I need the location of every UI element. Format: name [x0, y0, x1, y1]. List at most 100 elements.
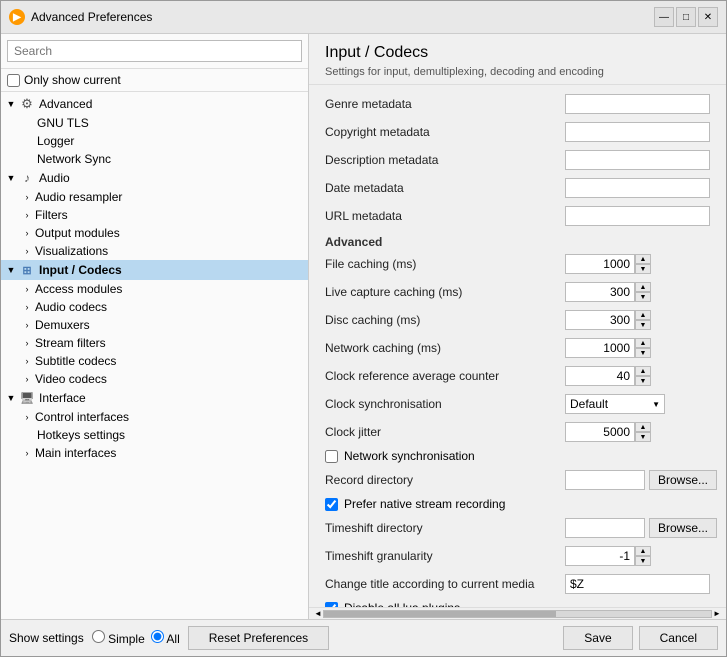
change-title-input[interactable] — [565, 574, 710, 594]
setting-control: ▲ ▼ — [565, 422, 710, 442]
spin-down-arrow[interactable]: ▼ — [635, 348, 651, 358]
sidebar-item-demuxers[interactable]: › Demuxers — [1, 316, 308, 334]
clock-jitter-input[interactable] — [565, 422, 635, 442]
page-title: Input / Codecs — [325, 44, 710, 62]
sidebar-item-stream-filters[interactable]: › Stream filters — [1, 334, 308, 352]
spin-down-arrow[interactable]: ▼ — [635, 292, 651, 302]
spin-up-arrow[interactable]: ▲ — [635, 422, 651, 432]
setting-row-copyright: Copyright metadata — [325, 121, 710, 143]
horizontal-scrollbar[interactable]: ◄ ► — [309, 607, 726, 619]
sidebar-item-video-codecs[interactable]: › Video codecs — [1, 370, 308, 388]
sidebar-item-audio-resampler[interactable]: › Audio resampler — [1, 188, 308, 206]
sidebar-item-main-interfaces[interactable]: › Main interfaces — [1, 444, 308, 462]
cancel-button[interactable]: Cancel — [639, 626, 718, 650]
record-dir-browse-button[interactable]: Browse... — [649, 470, 717, 490]
setting-control — [565, 574, 710, 594]
close-button[interactable]: ✕ — [698, 7, 718, 27]
sidebar-item-advanced[interactable]: ▼ ⚙ Advanced — [1, 94, 308, 114]
sidebar-item-hotkeys-settings[interactable]: Hotkeys settings — [1, 426, 308, 444]
sidebar-item-label: Logger — [37, 134, 74, 148]
file-caching-input[interactable] — [565, 254, 635, 274]
sidebar-item-input-codecs[interactable]: ▼ ⊞ Input / Codecs — [1, 260, 308, 280]
expand-arrow-codecs: ▼ — [5, 264, 17, 276]
copyright-metadata-input[interactable] — [565, 122, 710, 142]
h-scroll-thumb[interactable] — [324, 611, 556, 617]
all-radio[interactable] — [151, 630, 164, 643]
description-metadata-input[interactable] — [565, 150, 710, 170]
setting-control — [565, 122, 710, 142]
sidebar-item-network-sync[interactable]: Network Sync — [1, 150, 308, 168]
dropdown-arrow-icon: ▼ — [652, 400, 660, 409]
sidebar-item-label: Filters — [35, 208, 68, 222]
sidebar-item-gnu-tls[interactable]: GNU TLS — [1, 114, 308, 132]
timeshift-dir-input[interactable] — [565, 518, 645, 538]
setting-label: Live capture caching (ms) — [325, 285, 565, 299]
sidebar-item-filters[interactable]: › Filters — [1, 206, 308, 224]
sidebar-item-label: Access modules — [35, 282, 122, 296]
spin-arrows: ▲ ▼ — [635, 254, 651, 274]
spin-down-arrow[interactable]: ▼ — [635, 556, 651, 566]
timeshift-granularity-input[interactable] — [565, 546, 635, 566]
setting-row-clock-ref: Clock reference average counter ▲ ▼ — [325, 365, 710, 387]
simple-radio-label: Simple — [92, 630, 145, 646]
spin-wrapper: ▲ ▼ — [565, 310, 651, 330]
network-sync-checkbox[interactable] — [325, 450, 338, 463]
spin-up-arrow[interactable]: ▲ — [635, 282, 651, 292]
only-show-current-checkbox[interactable] — [7, 74, 20, 87]
spin-down-arrow[interactable]: ▼ — [635, 320, 651, 330]
spin-up-arrow[interactable]: ▲ — [635, 254, 651, 264]
setting-control: ▲ ▼ — [565, 366, 710, 386]
setting-control — [565, 206, 710, 226]
h-scroll-track[interactable] — [323, 610, 712, 618]
sidebar-item-label: Hotkeys settings — [37, 428, 125, 442]
timeshift-dir-browse-button[interactable]: Browse... — [649, 518, 717, 538]
scroll-left-arrow[interactable]: ◄ — [313, 609, 323, 619]
sidebar-item-audio-codecs[interactable]: › Audio codecs — [1, 298, 308, 316]
clock-ref-input[interactable] — [565, 366, 635, 386]
spin-down-arrow[interactable]: ▼ — [635, 432, 651, 442]
spin-up-arrow[interactable]: ▲ — [635, 366, 651, 376]
live-capture-input[interactable] — [565, 282, 635, 302]
clock-sync-dropdown[interactable]: Default ▼ — [565, 394, 665, 414]
spin-up-arrow[interactable]: ▲ — [635, 338, 651, 348]
spin-down-arrow[interactable]: ▼ — [635, 264, 651, 274]
date-metadata-input[interactable] — [565, 178, 710, 198]
search-input[interactable] — [7, 40, 302, 62]
sidebar-item-output-modules[interactable]: › Output modules — [1, 224, 308, 242]
save-button[interactable]: Save — [563, 626, 632, 650]
reset-preferences-button[interactable]: Reset Preferences — [188, 626, 329, 650]
expand-arrow: › — [21, 227, 33, 239]
sidebar-item-label: Interface — [39, 391, 86, 405]
expand-arrow: › — [21, 355, 33, 367]
spin-up-arrow[interactable]: ▲ — [635, 546, 651, 556]
setting-label: Date metadata — [325, 181, 565, 195]
setting-label: URL metadata — [325, 209, 565, 223]
sidebar-item-audio[interactable]: ▼ ♪ Audio — [1, 168, 308, 188]
spin-up-arrow[interactable]: ▲ — [635, 310, 651, 320]
titlebar: ▶ Advanced Preferences — □ ✕ — [1, 1, 726, 34]
record-dir-input[interactable] — [565, 470, 645, 490]
sidebar-item-logger[interactable]: Logger — [1, 132, 308, 150]
sidebar-item-label: Output modules — [35, 226, 120, 240]
sidebar-item-access-modules[interactable]: › Access modules — [1, 280, 308, 298]
sidebar-item-label: Audio codecs — [35, 300, 107, 314]
minimize-button[interactable]: — — [654, 7, 674, 27]
network-caching-input[interactable] — [565, 338, 635, 358]
expand-arrow: › — [21, 447, 33, 459]
prefer-native-checkbox[interactable] — [325, 498, 338, 511]
bottom-right: Save Cancel — [563, 626, 718, 650]
url-metadata-input[interactable] — [565, 206, 710, 226]
spin-down-arrow[interactable]: ▼ — [635, 376, 651, 386]
setting-label: Timeshift directory — [325, 521, 565, 535]
setting-row-description: Description metadata — [325, 149, 710, 171]
disc-caching-input[interactable] — [565, 310, 635, 330]
genre-metadata-input[interactable] — [565, 94, 710, 114]
simple-radio[interactable] — [92, 630, 105, 643]
maximize-button[interactable]: □ — [676, 7, 696, 27]
sidebar-item-control-interfaces[interactable]: › Control interfaces — [1, 408, 308, 426]
sidebar-item-visualizations[interactable]: › Visualizations — [1, 242, 308, 260]
advanced-preferences-window: ▶ Advanced Preferences — □ ✕ Only show c… — [0, 0, 727, 657]
scroll-right-arrow[interactable]: ► — [712, 609, 722, 619]
sidebar-item-subtitle-codecs[interactable]: › Subtitle codecs — [1, 352, 308, 370]
sidebar-item-interface[interactable]: ▼ 🖥 Interface — [1, 388, 308, 408]
